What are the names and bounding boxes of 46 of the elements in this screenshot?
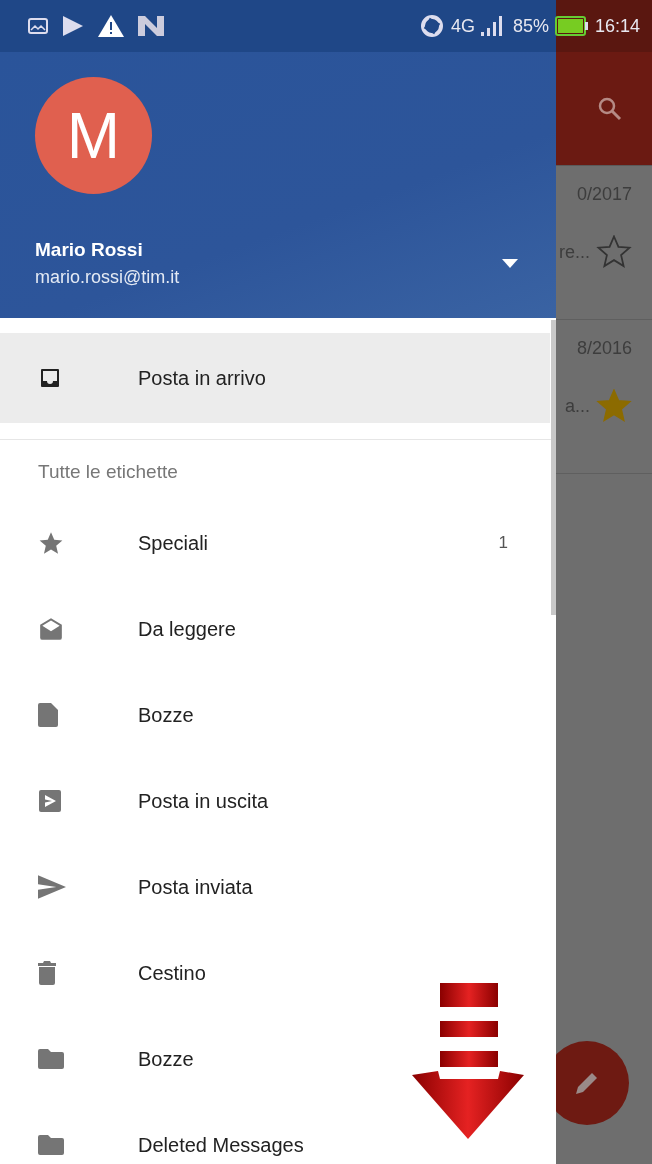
drawer-item[interactable]: Bozze xyxy=(0,1016,550,1102)
avatar[interactable]: M xyxy=(35,77,152,194)
item-label: Posta inviata xyxy=(138,875,254,899)
drawer-item[interactable]: Speciali 1 xyxy=(0,500,550,586)
item-label: Speciali xyxy=(138,531,210,555)
item-label: Cestino xyxy=(138,961,207,985)
empty-star-icon[interactable] xyxy=(596,235,632,269)
item-label: Posta in arrivo xyxy=(138,366,267,390)
down-arrow-icon xyxy=(412,983,524,1139)
trash-icon xyxy=(38,961,56,985)
item-label: Deleted Messages xyxy=(138,1133,305,1157)
item-label: Bozze xyxy=(138,1047,195,1071)
drawer-item[interactable]: Bozze xyxy=(0,672,550,758)
drawer-item[interactable]: Posta in arrivo xyxy=(0,333,550,423)
folder-icon xyxy=(38,1135,64,1155)
item-label: Da leggere xyxy=(138,617,237,641)
network-type: 4G xyxy=(450,15,475,37)
account-email: mario.rossi@tim.it xyxy=(35,267,180,288)
item-label: Posta in uscita xyxy=(138,789,270,813)
drawer-item[interactable]: Da leggere xyxy=(0,586,550,672)
clock: 16:14 xyxy=(594,15,640,37)
section-title: Tutte le etichette xyxy=(37,460,179,484)
image-icon xyxy=(28,18,48,34)
star-icon xyxy=(38,530,64,556)
play-icon xyxy=(62,16,84,36)
search-icon[interactable] xyxy=(598,96,622,121)
drawer-item[interactable]: Posta inviata xyxy=(0,844,550,930)
send-icon xyxy=(38,875,66,899)
n-logo-icon xyxy=(138,16,164,36)
sync-icon xyxy=(418,13,445,39)
drawer-item[interactable]: Cestino xyxy=(0,930,550,1016)
open-envelope-icon xyxy=(38,616,64,642)
file-icon xyxy=(38,703,58,727)
caret-icon[interactable] xyxy=(502,258,518,269)
item-count: 1 xyxy=(498,533,508,553)
outbox-icon xyxy=(38,789,62,813)
account-name: Mario Rossi xyxy=(35,239,144,261)
item-label: Bozze xyxy=(138,703,195,727)
battery-icon xyxy=(554,16,589,36)
drawer-item[interactable]: Deleted Messages xyxy=(0,1102,550,1164)
inbox-icon xyxy=(38,366,62,390)
filled-star-icon[interactable] xyxy=(596,389,632,423)
battery-percent: 85% xyxy=(512,15,549,37)
folder-icon xyxy=(38,1049,64,1069)
drawer-item[interactable]: Posta in uscita xyxy=(0,758,550,844)
warning-icon xyxy=(98,15,124,37)
